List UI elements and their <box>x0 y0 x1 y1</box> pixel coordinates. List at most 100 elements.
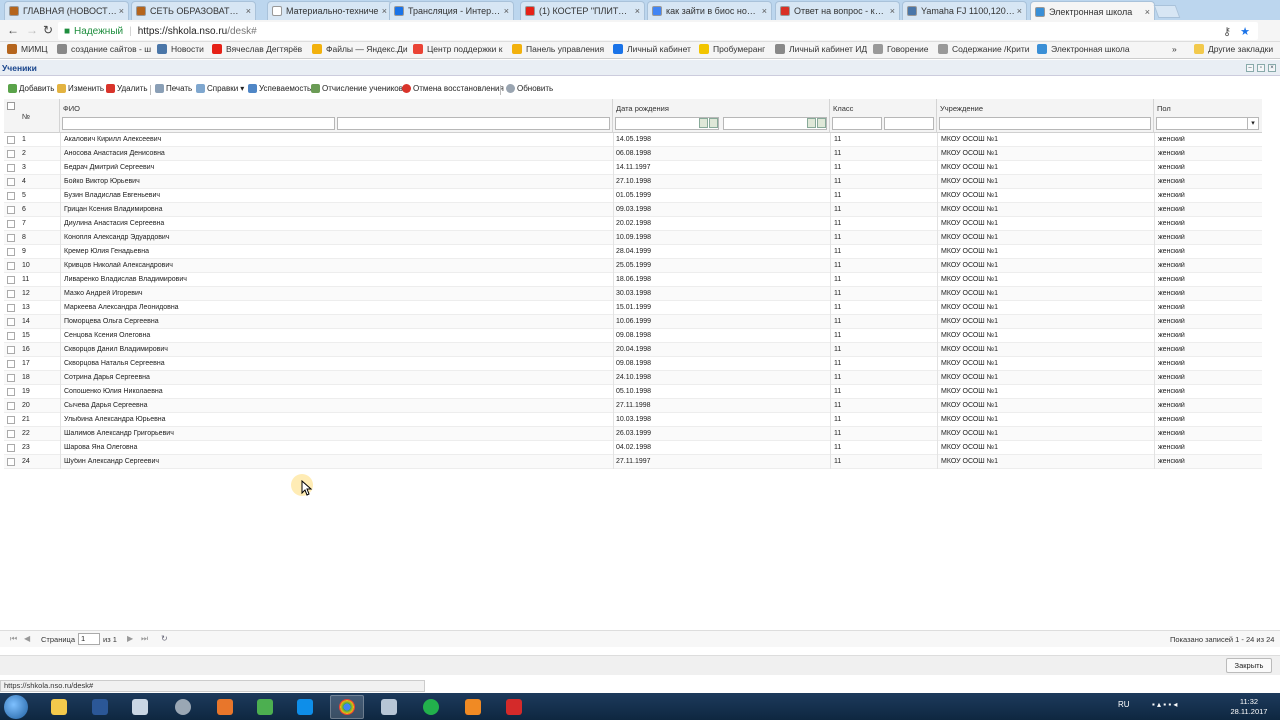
row-checkbox[interactable] <box>7 430 15 438</box>
bookmark-item[interactable]: Электронная школа <box>1037 44 1130 54</box>
refresh-button[interactable]: Обновить <box>506 84 553 93</box>
table-row[interactable]: 15 Сенцова Ксения Олеговна 09.08.1998 11 МКО… <box>4 329 1262 343</box>
address-bar[interactable]: ■ Надежный | https://shkola.nso.ru/desk#… <box>58 22 1258 40</box>
column-header-fio[interactable]: ФИО <box>60 99 613 133</box>
table-row[interactable]: 10 Кривцов Николай Александрович 25.05.199… <box>4 259 1262 273</box>
table-row[interactable]: 12 Мазко Андрей Игоревич 30.03.1998 11 МКОУ … <box>4 287 1262 301</box>
add-button[interactable]: Добавить <box>8 84 54 93</box>
row-checkbox[interactable] <box>7 178 15 186</box>
first-page-icon[interactable]: ⏮ <box>10 634 17 644</box>
row-checkbox[interactable] <box>7 458 15 466</box>
back-arrow-icon[interactable]: ← <box>7 23 19 37</box>
table-row[interactable]: 18 Сотрина Дарья Сергеевна 24.10.1998 11 МКО… <box>4 371 1262 385</box>
browser-tab[interactable]: Материально-техниче × <box>267 1 392 20</box>
table-row[interactable]: 7 Диулина Анастасия Сергеевна 20.02.1998 11… <box>4 217 1262 231</box>
last-page-icon[interactable]: ⏭ <box>141 634 148 644</box>
table-row[interactable]: 2 Аносова Анастасия Денисовна 06.08.1998 11… <box>4 147 1262 161</box>
row-checkbox[interactable] <box>7 374 15 382</box>
row-checkbox[interactable] <box>7 220 15 228</box>
row-checkbox[interactable] <box>7 234 15 242</box>
table-row[interactable]: 21 Улыбина Александра Юрьевна 10.03.1998 11… <box>4 413 1262 427</box>
refresh-icon[interactable]: ↻ <box>161 634 168 643</box>
minimize-icon[interactable]: – <box>1246 64 1254 72</box>
bookmarks-overflow-icon[interactable]: » <box>1172 44 1177 54</box>
bookmark-item[interactable]: Личный кабинет <box>613 44 691 54</box>
new-tab-button[interactable] <box>1153 5 1181 18</box>
taskbar-app-red[interactable] <box>497 695 531 719</box>
cancel-restore-button[interactable]: Отмена восстановления <box>402 84 504 93</box>
restore-icon[interactable]: ▫ <box>1257 64 1265 72</box>
row-checkbox[interactable] <box>7 346 15 354</box>
row-checkbox[interactable] <box>7 444 15 452</box>
bookmark-item[interactable]: Центр поддержки к <box>413 44 502 54</box>
taskbar-app-pen[interactable] <box>456 695 490 719</box>
taskbar-app-window[interactable] <box>123 695 157 719</box>
close-tab-icon[interactable]: × <box>504 6 509 16</box>
row-checkbox[interactable] <box>7 416 15 424</box>
clear-filter-icon[interactable] <box>817 118 826 128</box>
bookmark-item[interactable]: Вячеслав Дегтярёв <box>212 44 302 54</box>
table-row[interactable]: 13 Маркеева Александра Леонидовна 15.01.19… <box>4 301 1262 315</box>
table-row[interactable]: 9 Кремер Юлия Генадьевна 28.04.1999 11 МКОУ … <box>4 245 1262 259</box>
table-row[interactable]: 20 Сычева Дарья Сергеевна 27.11.1998 11 МКОУ… <box>4 399 1262 413</box>
row-checkbox[interactable] <box>7 388 15 396</box>
table-row[interactable]: 16 Скворцов Данил Владимирович 20.04.1998 1… <box>4 343 1262 357</box>
table-row[interactable]: 6 Грицан Ксения Владимировна 09.03.1998 11 М… <box>4 203 1262 217</box>
prev-page-icon[interactable]: ◀ <box>24 634 30 643</box>
close-tab-icon[interactable]: × <box>890 6 895 16</box>
row-checkbox[interactable] <box>7 402 15 410</box>
browser-tab[interactable]: СЕТЬ ОБРАЗОВАТЕЛЬН × <box>131 1 256 20</box>
close-tab-icon[interactable]: × <box>1145 7 1150 17</box>
column-header-class[interactable]: Класс <box>830 99 937 133</box>
bookmark-item[interactable]: Панель управления <box>512 44 604 54</box>
fio-filter-input-1[interactable] <box>62 117 335 130</box>
class-filter-from[interactable] <box>832 117 882 130</box>
bookmark-item[interactable]: Говорение <box>873 44 929 54</box>
row-checkbox[interactable] <box>7 360 15 368</box>
close-tab-icon[interactable]: × <box>1017 6 1022 16</box>
bookmark-item[interactable]: Пробумеранг <box>699 44 765 54</box>
row-checkbox[interactable] <box>7 276 15 284</box>
row-checkbox[interactable] <box>7 206 15 214</box>
row-checkbox[interactable] <box>7 248 15 256</box>
row-checkbox[interactable] <box>7 262 15 270</box>
taskbar-app-screen[interactable] <box>372 695 406 719</box>
table-row[interactable]: 19 Сопошенко Юлия Николаевна 05.10.1998 11 М… <box>4 385 1262 399</box>
class-filter-to[interactable] <box>884 117 934 130</box>
table-row[interactable]: 1 Акалович Кирилл Алексеевич 14.05.1998 11 М… <box>4 133 1262 147</box>
next-page-icon[interactable]: ▶ <box>127 634 133 643</box>
table-row[interactable]: 11 Ливаренко Владислав Владимирович 18.06.… <box>4 273 1262 287</box>
close-tab-icon[interactable]: × <box>119 6 124 16</box>
taskbar-word[interactable] <box>83 695 117 719</box>
browser-tab[interactable]: (1) КОСТЕР "ПЛИТА" | Н × <box>520 1 645 20</box>
row-checkbox[interactable] <box>7 318 15 326</box>
delete-button[interactable]: Удалить <box>106 84 148 93</box>
other-bookmarks[interactable]: Другие закладки <box>1194 44 1273 54</box>
fio-filter-input-2[interactable] <box>337 117 610 130</box>
reload-icon[interactable]: ↻ <box>43 23 53 37</box>
table-row[interactable]: 5 Бузин Владислав Евгеньевич 01.05.1999 11 М… <box>4 189 1262 203</box>
bookmark-item[interactable]: Новости <box>157 44 204 54</box>
taskbar-app-gear[interactable] <box>166 695 200 719</box>
row-checkbox[interactable] <box>7 290 15 298</box>
browser-tab[interactable]: Yamaha FJ 1100,1200 и × <box>902 1 1027 20</box>
refs-dropdown-button[interactable]: Справки ▾ <box>196 84 244 93</box>
taskbar-teamviewer[interactable] <box>288 695 322 719</box>
close-tab-icon[interactable]: × <box>382 6 387 16</box>
bookmark-item[interactable]: Файлы — Яндекс.Ди <box>312 44 408 54</box>
browser-tab[interactable]: как зайти в биос ноутб × <box>647 1 772 20</box>
bookmark-item[interactable]: Содержание /Крити <box>938 44 1029 54</box>
table-row[interactable]: 24 Шубин Александр Сергеевич 27.11.1997 11 М… <box>4 455 1262 469</box>
print-button[interactable]: Печать <box>155 84 192 93</box>
key-icon[interactable]: ⚷ <box>1223 26 1231 38</box>
column-header-num[interactable]: № <box>4 99 60 133</box>
school-filter-input[interactable] <box>939 117 1151 130</box>
bookmark-item[interactable]: МИМЦ <box>7 44 48 54</box>
taskbar-app-file[interactable] <box>248 695 282 719</box>
language-indicator[interactable]: RU <box>1118 700 1130 709</box>
close-button[interactable]: Закрыть <box>1226 658 1272 673</box>
select-all-checkbox[interactable] <box>7 102 15 110</box>
edit-button[interactable]: Изменить <box>57 84 104 93</box>
row-checkbox[interactable] <box>7 192 15 200</box>
row-checkbox[interactable] <box>7 304 15 312</box>
